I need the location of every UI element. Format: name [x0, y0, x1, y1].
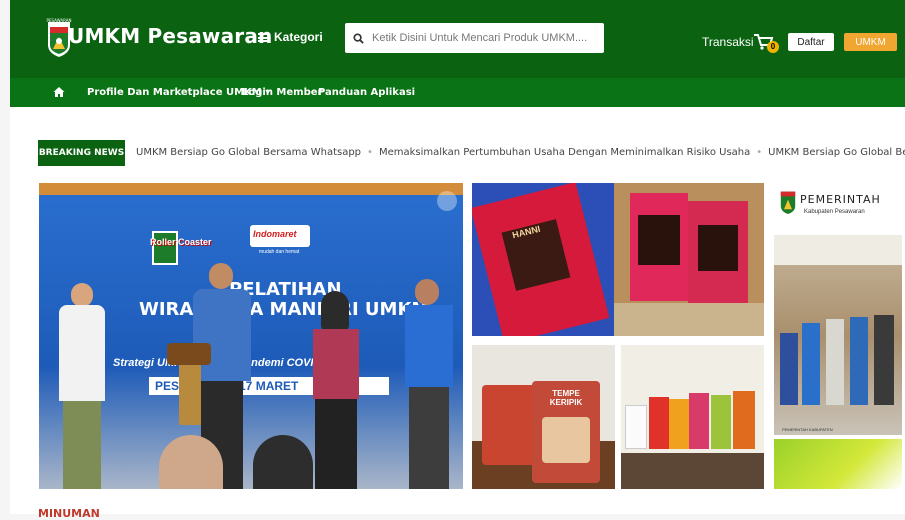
home-icon[interactable]	[53, 86, 65, 98]
keripik-brand-label: TEMPE KERIPIK	[549, 389, 583, 407]
kategori-menu[interactable]: Kategori	[258, 30, 323, 44]
nav-item-login[interactable]: Login Member	[242, 87, 322, 98]
ticker-item[interactable]: Memaksimalkan Pertumbuhan Usaha Dengan M…	[379, 147, 750, 158]
pesawaran-emblem-icon	[780, 191, 796, 214]
sponsor-logo-roller: Roller Coaster	[150, 237, 212, 247]
banner-main-image[interactable]: Roller Coaster Indomaret mudah dan hemat…	[39, 183, 463, 489]
search-icon	[353, 32, 364, 44]
search-box[interactable]	[345, 23, 604, 53]
nav-item-panduan[interactable]: Panduan Aplikasi	[318, 87, 415, 98]
list-icon	[258, 32, 269, 42]
site-brand[interactable]: UMKM Pesawaran	[68, 24, 273, 48]
cart-count-badge: 0	[767, 41, 779, 53]
search-input[interactable]	[372, 32, 592, 44]
pemerintah-side-image[interactable]: PEMERINTAH Kabupaten Pesawaran PEMERINTA…	[774, 183, 902, 489]
pemerintah-subtitle: Kabupaten Pesawaran	[804, 209, 865, 215]
cart-button[interactable]: 0	[754, 31, 780, 53]
expand-icon[interactable]	[437, 191, 457, 211]
keripik-product-image[interactable]: TEMPE KERIPIK	[472, 345, 615, 489]
breaking-news-label: BREAKING NEWS	[38, 140, 125, 166]
umkm-button[interactable]: UMKM	[844, 33, 897, 51]
breaking-news-ticker[interactable]: UMKM Bersiap Go Global Bersama Whatsapp •…	[136, 147, 905, 158]
sponsor-logo-indomaret: Indomaret	[253, 229, 297, 239]
snacks-product-image[interactable]	[621, 345, 764, 489]
ticker-item[interactable]: UMKM Bersiap Go Global Bersama Whatsapp	[768, 147, 905, 158]
kategori-label: Kategori	[274, 30, 323, 44]
coffee-product-image[interactable]: HANNI	[472, 183, 764, 336]
pemerintah-caption: PEMERINTAH KABUPATEN	[782, 427, 833, 432]
logo-text: PESAWARAN	[46, 18, 72, 23]
sponsor-tagline: mudah dan hemat	[259, 249, 300, 255]
daftar-button[interactable]: Daftar	[788, 33, 834, 51]
ticker-item[interactable]: UMKM Bersiap Go Global Bersama Whatsapp	[136, 147, 361, 158]
transaksi-link[interactable]: Transaksi	[702, 35, 754, 49]
banner-title-line2: WIRAUSAHA MANDIRI UMKM	[139, 299, 430, 320]
pemerintah-title: PEMERINTAH	[800, 193, 881, 206]
